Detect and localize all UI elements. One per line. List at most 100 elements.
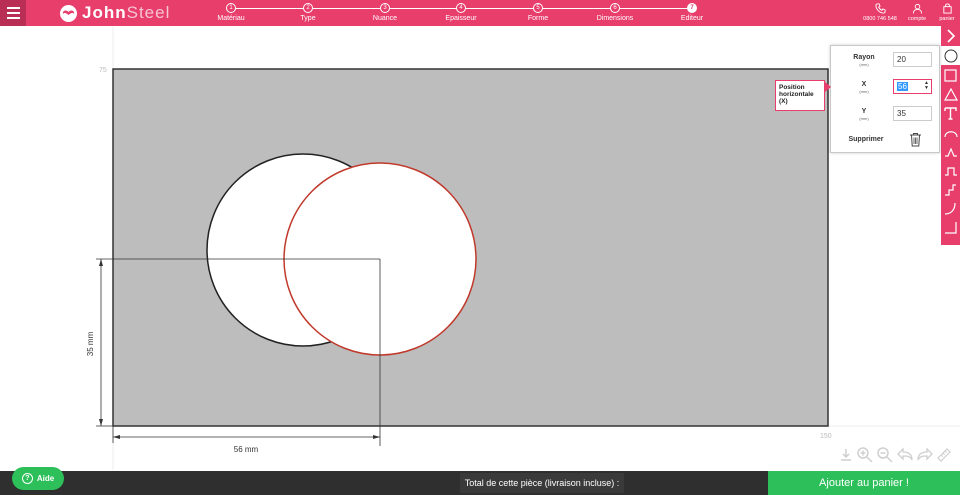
step-number: 1 [226,3,236,13]
arrow-left [113,435,120,439]
x-row: X (mm) 56 ▲ ▼ [831,79,941,101]
delete-label: Supprimer [848,136,884,143]
step-label: Epaisseur [445,15,477,22]
zoom-in-icon [857,446,873,463]
delete-row: Supprimer [831,132,941,154]
rayon-label: Rayon (mm) [853,54,875,67]
arrow-up [99,259,103,266]
help-button[interactable]: ? Aide [12,467,64,490]
top-bar: JohnSteel 1 Matériau 2 Type 3 Nuance 4 E… [0,0,960,26]
download-button[interactable] [838,447,854,468]
phone-icon [874,3,886,14]
step-label: Matériau [217,15,245,22]
step-label: Type [300,15,316,22]
step-number: 5 [533,3,543,13]
text-tool-button[interactable] [941,104,960,123]
corner-tool-button[interactable] [941,218,960,237]
chamfer-tool-icon [944,146,957,157]
total-price-label: Total de cette pièce (livraison incluse)… [460,473,624,493]
cart-label: panier [939,16,955,22]
step-nuance[interactable]: 3 Nuance [355,3,415,22]
step-type[interactable]: 2 Type [278,3,338,22]
step-label: Editeur [680,15,704,22]
step-forme[interactable]: 5 Forme [508,3,568,22]
undo-icon [897,446,913,461]
step-epaisseur[interactable]: 4 Epaisseur [431,3,491,22]
phone-link[interactable]: 0800 746 548 [860,3,900,22]
notch-tool-button[interactable] [941,161,960,180]
tooltip-arrow [825,82,831,92]
arrow-right [373,435,380,439]
phone-number: 0800 746 548 [863,16,897,22]
hamburger-menu-button[interactable] [0,0,26,26]
axis-right-label: 150 [820,433,832,440]
y-input[interactable]: 35 [893,106,932,121]
y-row: Y (mm) 35 [831,106,941,128]
curve-tool-icon [944,202,956,215]
step-materiau[interactable]: 1 Matériau [201,3,261,22]
measure-button[interactable] [936,447,952,468]
x-label: X (mm) [859,81,869,94]
arc-tool-button[interactable] [941,123,960,142]
dimension-y-label: 35 mm [86,331,95,356]
undo-button[interactable] [896,446,914,468]
step-dimensions[interactable]: 6 Dimensions [585,3,645,22]
redo-button[interactable] [916,446,934,468]
square-tool-icon [944,69,957,82]
position-tooltip: Position horizontale (X) [775,80,825,111]
brand-logo[interactable]: JohnSteel [60,3,170,23]
curve-tool-button[interactable] [941,199,960,218]
step-number: 4 [456,3,466,13]
step-number: 2 [303,3,313,13]
step-label: Nuance [372,15,398,22]
corner-tool-icon [945,222,957,234]
circle-tool-icon [944,49,957,62]
collapse-toolbar-button[interactable] [941,26,960,45]
dimension-x-label: 56 mm [234,445,259,454]
axis-top-label: 75 [99,67,107,74]
triangle-tool-button[interactable] [941,85,960,104]
chamfer-tool-button[interactable] [941,142,960,161]
step-tool-button[interactable] [941,180,960,199]
step-editeur[interactable]: 7 Editeur [662,3,722,22]
canvas-tools [838,446,952,469]
rayon-input[interactable]: 20 [893,52,932,67]
step-number: 7 [687,3,697,13]
trash-icon [910,133,921,147]
help-label: Aide [36,474,55,483]
mustache-logo-icon [60,4,77,22]
x-input[interactable]: 56 ▲ ▼ [893,79,932,94]
shopping-bag-icon [942,3,952,14]
rayon-row: Rayon (mm) 20 [831,52,941,74]
triangle-tool-icon [943,88,958,101]
help-icon: ? [21,473,33,484]
user-icon [912,3,922,14]
chevron-right-icon [946,28,955,43]
step-label: Dimensions [596,15,634,22]
ruler-icon [937,447,951,462]
step-tool-icon [945,184,956,196]
account-label: compte [907,16,927,22]
step-label: Forme [527,15,549,22]
zoom-in-button[interactable] [856,446,874,469]
brand-name: JohnSteel [82,3,171,22]
zoom-out-icon [877,446,893,463]
x-spinner[interactable]: ▲ ▼ [924,81,929,91]
shape-properties-panel: Rayon (mm) 20 X (mm) 56 ▲ ▼ Y (mm) 35 Sup… [830,45,940,153]
add-to-cart-button[interactable]: Ajouter au panier ! [768,471,960,495]
notch-tool-icon [944,166,957,176]
cart-link[interactable]: panier [927,3,960,22]
delete-button[interactable] [909,132,922,152]
download-icon [841,448,851,461]
shape-toolbar [941,26,960,245]
redo-icon [917,446,933,461]
square-tool-button[interactable] [941,66,960,85]
zoom-out-button[interactable] [876,446,894,469]
step-number: 3 [380,3,390,13]
arrow-down [99,419,103,426]
y-label: Y (mm) [859,108,869,121]
arc-tool-icon [943,130,958,137]
text-tool-icon [944,107,957,120]
circle-tool-button[interactable] [941,46,960,65]
step-number: 6 [610,3,620,13]
